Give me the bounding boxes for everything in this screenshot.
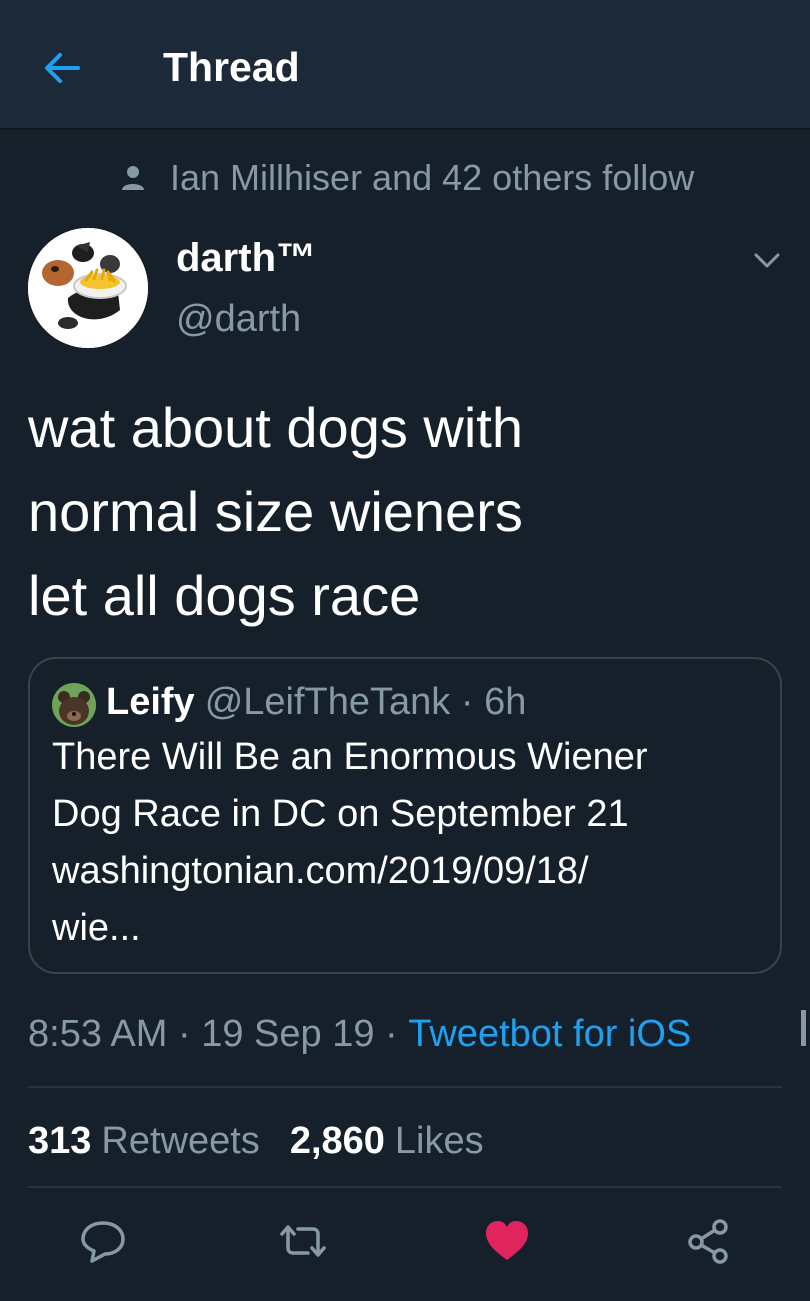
quoted-text-line: wie...	[52, 907, 141, 949]
tweet-text-line: wat about dogs with	[28, 396, 523, 459]
chevron-down-icon[interactable]	[752, 248, 782, 272]
retweets-count[interactable]: 313	[28, 1120, 91, 1163]
quoted-tweet-card[interactable]: Leify @LeifTheTank · 6h There Will Be an…	[28, 657, 782, 974]
tweet-stats: 313 Retweets 2,860 Likes	[28, 1116, 484, 1166]
tweet-text-line: normal size wieners	[28, 480, 523, 543]
likes-label[interactable]: Likes	[395, 1120, 484, 1163]
divider	[28, 1186, 782, 1188]
reply-icon[interactable]	[78, 1218, 128, 1264]
quoted-author-name: Leify	[106, 680, 195, 723]
author-handle[interactable]: @darth	[176, 298, 301, 341]
scroll-indicator	[801, 1010, 806, 1046]
quoted-header: Leify @LeifTheTank · 6h	[106, 677, 526, 727]
quoted-author-handle: @LeifTheTank · 6h	[204, 680, 527, 723]
meta-separator: ·	[167, 1012, 202, 1055]
tweet-text-line: let all dogs race	[28, 564, 421, 627]
arrow-left-icon[interactable]	[40, 46, 84, 90]
page-title: Thread	[163, 44, 300, 90]
retweet-icon[interactable]	[278, 1218, 328, 1264]
tweet-source-link[interactable]: Tweetbot for iOS	[408, 1013, 691, 1056]
top-bar: Thread	[0, 0, 810, 130]
quoted-text-line: Dog Race in DC on September 21	[52, 793, 629, 835]
tweet-time: 8:53 AM	[28, 1012, 168, 1055]
tweet-text: wat about dogs with normal size wieners …	[28, 386, 788, 638]
retweets-label[interactable]: Retweets	[101, 1120, 259, 1163]
quoted-text-line: There Will Be an Enormous Wiener	[52, 736, 648, 778]
likes-count[interactable]: 2,860	[290, 1120, 385, 1163]
meta-separator: ·	[374, 1012, 409, 1055]
avatar[interactable]	[28, 228, 148, 348]
share-icon[interactable]	[684, 1218, 734, 1264]
tweet-meta: 8:53 AM · 19 Sep 19 · Tweetbot for iOS	[28, 1008, 691, 1060]
heart-icon[interactable]	[482, 1218, 532, 1264]
divider	[28, 1086, 782, 1088]
tweet-date: 19 Sep 19	[201, 1012, 375, 1055]
quoted-tweet-text: There Will Be an Enormous Wiener Dog Rac…	[52, 729, 762, 957]
author-display-name[interactable]: darth™	[176, 236, 316, 281]
quoted-text-line: washingtonian.com/2019/09/18/	[52, 850, 589, 892]
social-context[interactable]: Ian Millhiser and 42 others follow	[118, 156, 694, 200]
person-icon	[122, 166, 144, 190]
quoted-avatar	[52, 683, 96, 727]
social-context-text: Ian Millhiser and 42 others follow	[170, 157, 695, 198]
